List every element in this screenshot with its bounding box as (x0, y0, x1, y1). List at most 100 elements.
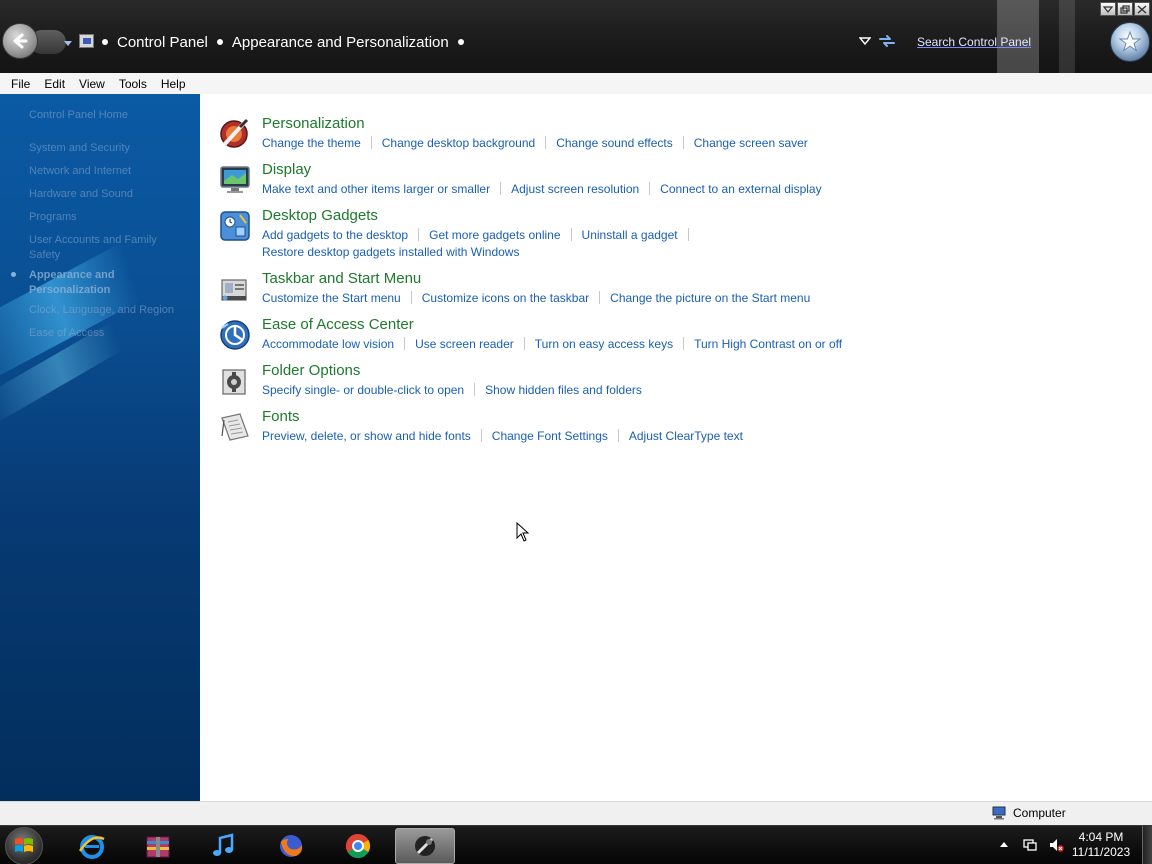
nav-appearance-and-personalization[interactable]: Appearance and (29, 268, 115, 283)
category-title[interactable]: Ease of Access Center (262, 316, 414, 334)
clock-date: 11/11/2023 (1071, 845, 1131, 859)
category-title[interactable]: Fonts (262, 408, 300, 426)
close-button[interactable] (1134, 2, 1150, 16)
maximize-button[interactable] (1117, 2, 1133, 16)
category-links: Specify single- or double-click to open S… (262, 382, 642, 399)
link-accommodate-low-vision[interactable]: Accommodate low vision (262, 337, 394, 351)
network-icon[interactable] (1022, 837, 1038, 853)
link-add-gadgets[interactable]: Add gadgets to the desktop (262, 228, 408, 242)
menu-view[interactable]: View (72, 77, 112, 91)
link-use-screen-reader[interactable]: Use screen reader (415, 337, 514, 351)
breadcrumb-separator-icon[interactable] (216, 39, 223, 45)
link-customize-taskbar-icons[interactable]: Customize icons on the taskbar (422, 291, 589, 305)
link-separator (370, 136, 372, 149)
link-separator (599, 291, 601, 304)
link-change-desktop-background[interactable]: Change desktop background (382, 136, 535, 150)
fonts-icon[interactable] (218, 410, 252, 444)
breadcrumb-separator-icon[interactable] (457, 39, 464, 45)
category-title[interactable]: Taskbar and Start Menu (262, 270, 421, 288)
link-restore-gadgets[interactable]: Restore desktop gadgets installed with W… (262, 245, 519, 259)
main-content: Personalization Change the theme Change d… (200, 94, 1152, 801)
category-title[interactable]: Folder Options (262, 362, 360, 380)
link-high-contrast[interactable]: Turn High Contrast on or off (694, 337, 842, 351)
show-hidden-icons-icon[interactable] (996, 837, 1012, 853)
menu-file[interactable]: File (4, 77, 37, 91)
link-show-hidden-files[interactable]: Show hidden files and folders (485, 383, 642, 397)
nav-clock-language-region[interactable]: Clock, Language, and Region (29, 303, 174, 318)
personalization-icon[interactable] (218, 117, 252, 151)
link-change-sound-effects[interactable]: Change sound effects (556, 136, 673, 150)
link-change-screen-saver[interactable]: Change screen saver (694, 136, 808, 150)
category-title[interactable]: Desktop Gadgets (262, 207, 378, 225)
breadcrumb-control-panel[interactable]: Control Panel (117, 34, 208, 51)
link-separator (570, 228, 572, 241)
show-desktop-button[interactable] (1142, 826, 1152, 864)
link-easy-access-keys[interactable]: Turn on easy access keys (535, 337, 673, 351)
taskbar-itunes[interactable] (194, 828, 254, 864)
start-button[interactable] (5, 827, 43, 864)
category-links: Change the theme Change desktop backgroun… (262, 135, 808, 152)
menu-edit[interactable]: Edit (37, 77, 72, 91)
link-separator (687, 228, 689, 241)
display-icon[interactable] (218, 163, 252, 197)
link-adjust-screen-resolution[interactable]: Adjust screen resolution (511, 182, 639, 196)
nav-user-accounts-line2[interactable]: Safety (29, 248, 60, 263)
nav-network-and-internet[interactable]: Network and Internet (29, 164, 131, 179)
nav-hardware-and-sound[interactable]: Hardware and Sound (29, 187, 133, 202)
nav-user-accounts[interactable]: User Accounts and Family (29, 233, 157, 248)
link-change-start-menu-picture[interactable]: Change the picture on the Start menu (610, 291, 810, 305)
link-make-text-larger[interactable]: Make text and other items larger or smal… (262, 182, 490, 196)
back-button[interactable] (2, 23, 38, 59)
link-change-theme[interactable]: Change the theme (262, 136, 361, 150)
current-page-bullet-icon (11, 272, 16, 277)
link-change-font-settings[interactable]: Change Font Settings (492, 429, 608, 443)
link-separator (480, 429, 482, 442)
link-customize-start-menu[interactable]: Customize the Start menu (262, 291, 401, 305)
link-get-more-gadgets[interactable]: Get more gadgets online (429, 228, 560, 242)
address-dropdown-icon[interactable] (859, 36, 871, 46)
breadcrumb-appearance-and-personalization[interactable]: Appearance and Personalization (232, 34, 449, 51)
category-links: Customize the Start menu Customize icons … (262, 290, 810, 307)
search-input[interactable] (914, 32, 1034, 52)
link-uninstall-gadget[interactable]: Uninstall a gadget (582, 228, 678, 242)
search-box[interactable] (914, 32, 1034, 52)
volume-muted-icon[interactable] (1048, 837, 1064, 853)
category-title[interactable]: Personalization (262, 115, 365, 133)
folder-options-icon[interactable] (218, 364, 252, 398)
nav-appearance-and-personalization-line2[interactable]: Personalization (29, 283, 110, 298)
mouse-cursor-icon (516, 522, 530, 542)
link-adjust-cleartype[interactable]: Adjust ClearType text (629, 429, 743, 443)
category-links: Add gadgets to the desktop Get more gadge… (262, 227, 699, 261)
taskbar-internet-explorer[interactable] (62, 828, 122, 864)
breadcrumb: Control Panel Appearance and Personaliza… (100, 31, 473, 53)
link-single-double-click[interactable]: Specify single- or double-click to open (262, 383, 464, 397)
refresh-icon[interactable] (878, 32, 896, 50)
recent-pages-dropdown-icon[interactable] (64, 39, 72, 47)
minimize-button[interactable] (1100, 2, 1116, 16)
nav-system-and-security[interactable]: System and Security (29, 141, 130, 156)
address-bar: Control Panel Appearance and Personaliza… (0, 0, 1152, 73)
nav-programs[interactable]: Programs (29, 210, 77, 225)
taskbar-control-panel[interactable] (395, 828, 455, 864)
link-separator (404, 337, 406, 350)
restore-icon (1120, 4, 1130, 14)
windows-logo-icon (15, 838, 33, 852)
ease-of-access-icon[interactable] (218, 318, 252, 352)
link-connect-external-display[interactable]: Connect to an external display (660, 182, 821, 196)
taskbar-icon[interactable] (218, 272, 252, 306)
link-preview-delete-fonts[interactable]: Preview, delete, or show and hide fonts (262, 429, 471, 443)
taskbar-firefox[interactable] (261, 828, 321, 864)
desktop-gadgets-icon[interactable] (218, 209, 252, 243)
breadcrumb-separator-icon (102, 39, 108, 45)
star-icon (1118, 30, 1142, 52)
nav-control-panel-home[interactable]: Control Panel Home (29, 108, 128, 123)
search-button[interactable] (1110, 22, 1150, 62)
clock[interactable]: 4:04 PM 11/11/2023 (1064, 830, 1138, 860)
menu-tools[interactable]: Tools (112, 77, 154, 91)
nav-ease-of-access[interactable]: Ease of Access (29, 326, 104, 341)
taskbar-chrome[interactable] (328, 828, 388, 864)
category-links: Accommodate low vision Use screen reader T… (262, 336, 842, 353)
category-title[interactable]: Display (262, 161, 311, 179)
menu-help[interactable]: Help (154, 77, 193, 91)
taskbar-archive-app[interactable] (128, 828, 188, 864)
